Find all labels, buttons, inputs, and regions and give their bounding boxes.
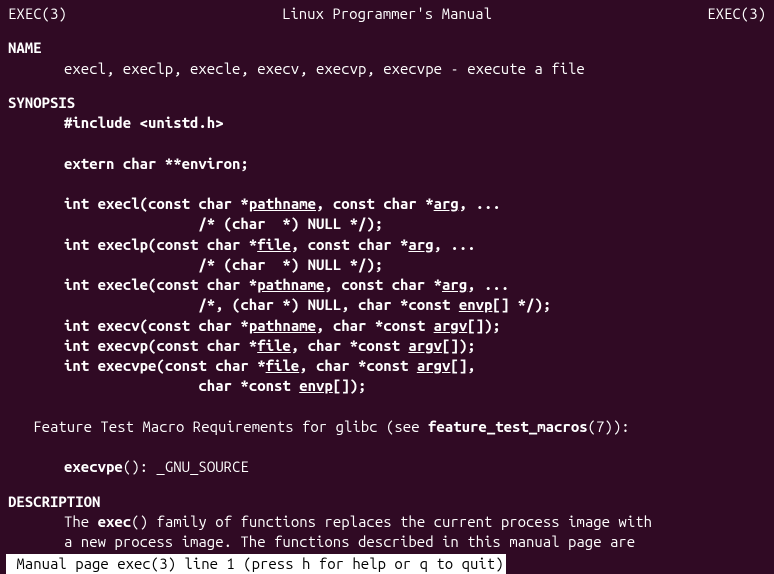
decl-execl-cont: /* (char *) NULL */); xyxy=(8,214,766,234)
execvpe-req: execvpe(): _GNU_SOURCE xyxy=(8,457,766,477)
section-name: NAME xyxy=(8,38,766,58)
description-line1: The exec() family of functions replaces … xyxy=(8,512,766,532)
decl-execle: int execle(const char *pathname, const c… xyxy=(8,275,766,295)
feature-test-line: Feature Test Macro Requirements for glib… xyxy=(8,417,766,437)
decl-execvpe-cont: char *const envp[]); xyxy=(8,376,766,396)
header-left: EXEC(3) xyxy=(8,4,67,24)
decl-execv: int execv(const char *pathname, char *co… xyxy=(8,316,766,336)
decl-execl: int execl(const char *pathname, const ch… xyxy=(8,194,766,214)
include-line: #include <unistd.h> xyxy=(8,113,766,133)
man-header: EXEC(3) Linux Programmer's Manual EXEC(3… xyxy=(8,4,766,24)
header-right: EXEC(3) xyxy=(707,4,766,24)
header-title: Linux Programmer's Manual xyxy=(67,4,707,24)
section-synopsis: SYNOPSIS xyxy=(8,93,766,113)
decl-execvpe: int execvpe(const char *file, char *cons… xyxy=(8,356,766,376)
description-line2: a new process image. The functions descr… xyxy=(8,532,766,552)
decl-execvp: int execvp(const char *file, char *const… xyxy=(8,336,766,356)
decl-execlp-cont: /* (char *) NULL */); xyxy=(8,255,766,275)
decl-execle-cont: /*, (char *) NULL, char *const envp[] */… xyxy=(8,295,766,315)
decl-execlp: int execlp(const char *file, const char … xyxy=(8,235,766,255)
section-description: DESCRIPTION xyxy=(8,492,766,512)
pager-statusbar[interactable]: Manual page exec(3) line 1 (press h for … xyxy=(6,554,506,574)
name-text: execl, execlp, execle, execv, execvp, ex… xyxy=(8,59,766,79)
extern-line: extern char **environ; xyxy=(8,154,766,174)
